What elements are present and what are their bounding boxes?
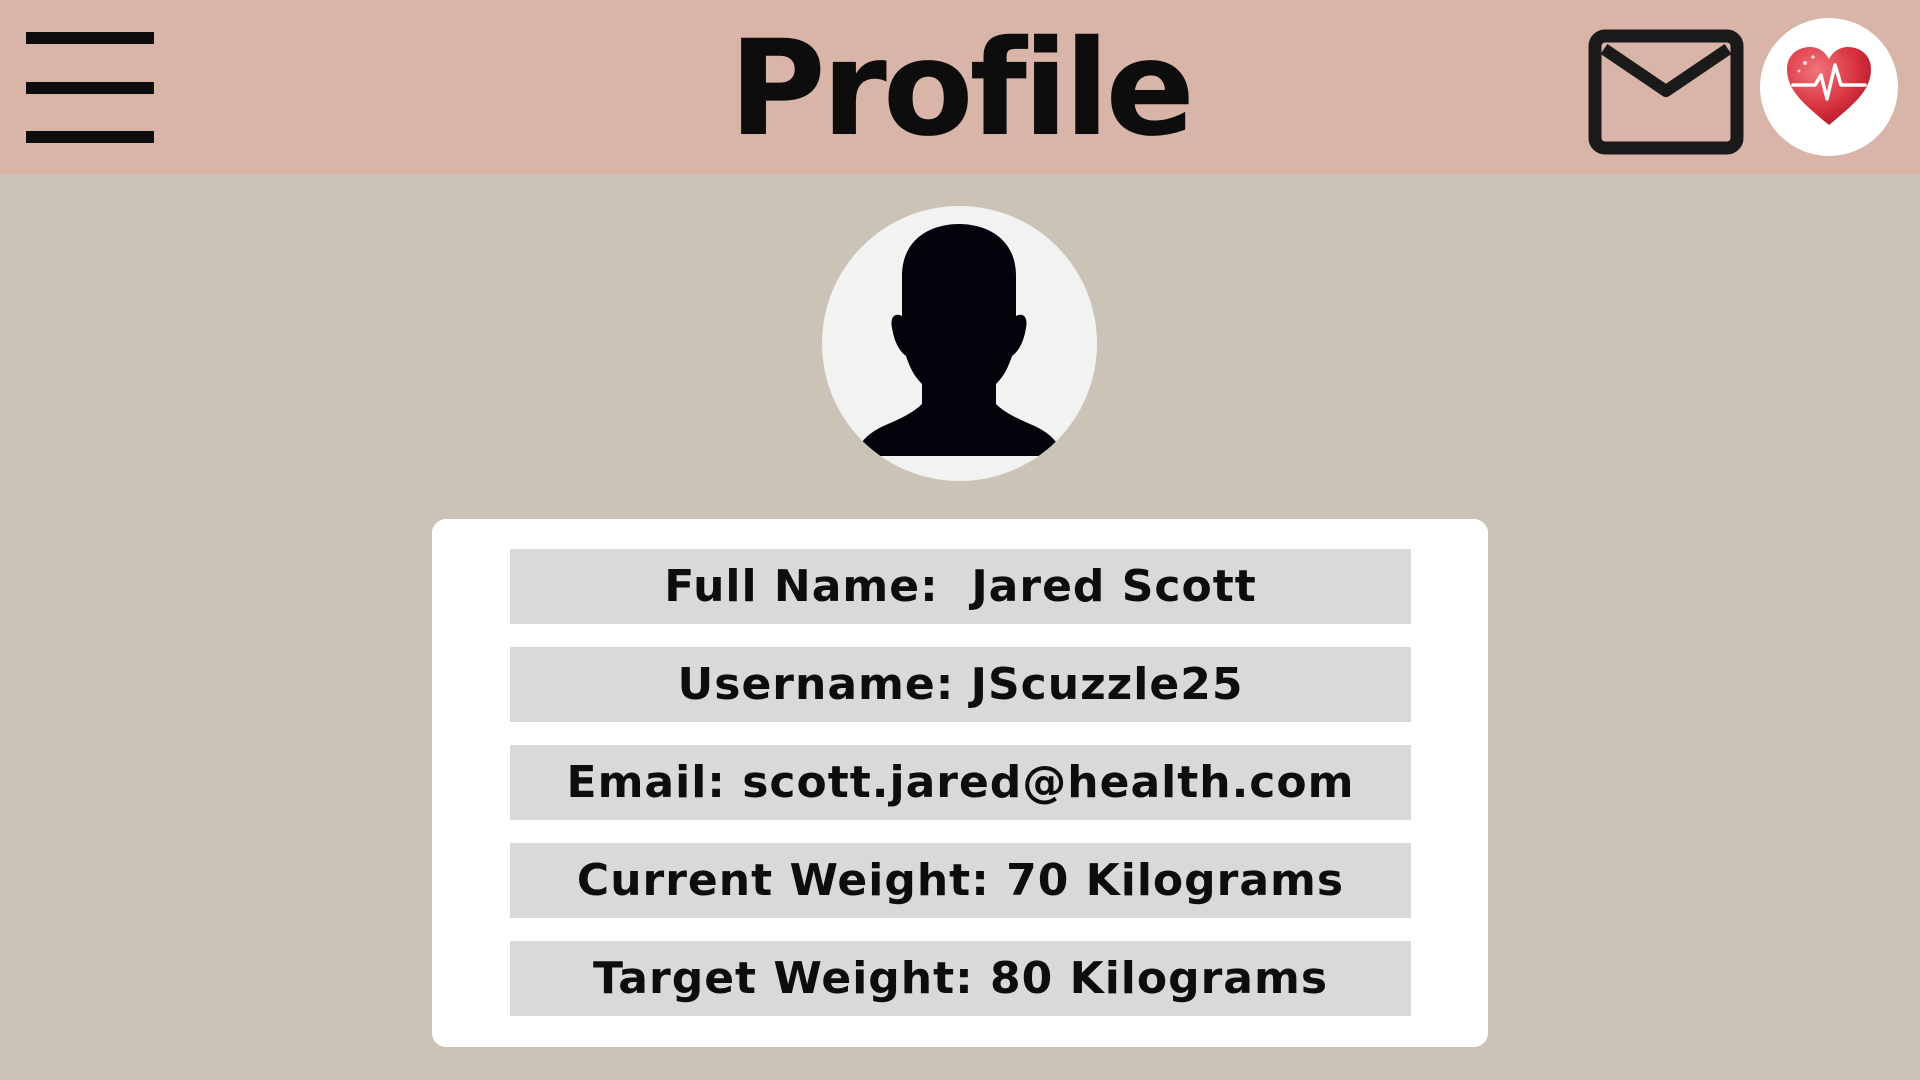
email-row: Email: scott.jared@health.com — [510, 745, 1411, 820]
envelope-icon[interactable] — [1588, 29, 1744, 155]
profile-info-card: Full Name: Jared Scott Username: JScuzzl… — [432, 519, 1488, 1047]
username-row: Username: JScuzzle25 — [510, 647, 1411, 722]
avatar — [822, 206, 1097, 481]
full-name-row: Full Name: Jared Scott — [510, 549, 1411, 624]
target-weight-row: Target Weight: 80 Kilograms — [510, 941, 1411, 1016]
heart-pulse-icon[interactable] — [1760, 18, 1898, 156]
person-silhouette-icon — [862, 224, 1056, 456]
top-bar: Profile — [0, 0, 1920, 174]
current-weight-row: Current Weight: 70 Kilograms — [510, 843, 1411, 918]
